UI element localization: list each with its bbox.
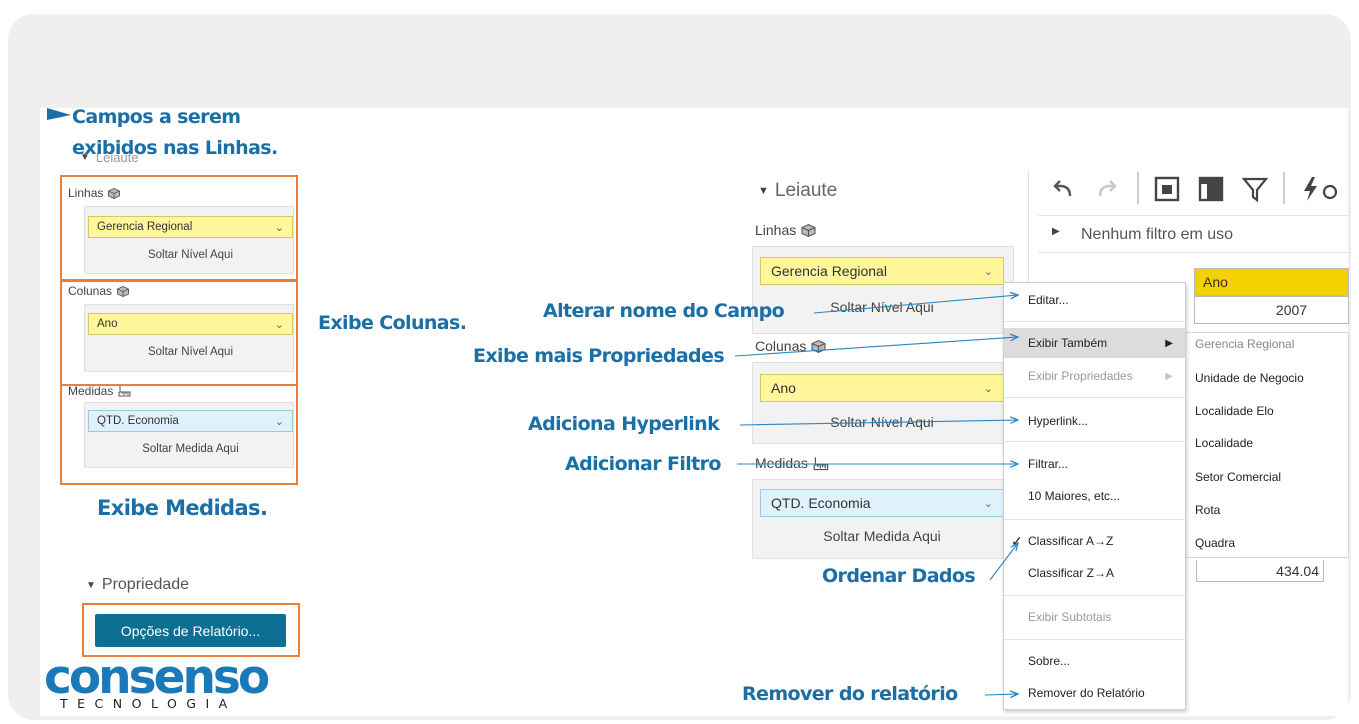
connector-exibir-tambem (734, 337, 1018, 357)
connector-classificar (989, 543, 1018, 581)
connector-hyperlink (739, 420, 1018, 426)
connector-remover (984, 694, 1018, 695)
annotation-connectors (734, 0, 1359, 724)
connector-editar (813, 295, 1018, 314)
